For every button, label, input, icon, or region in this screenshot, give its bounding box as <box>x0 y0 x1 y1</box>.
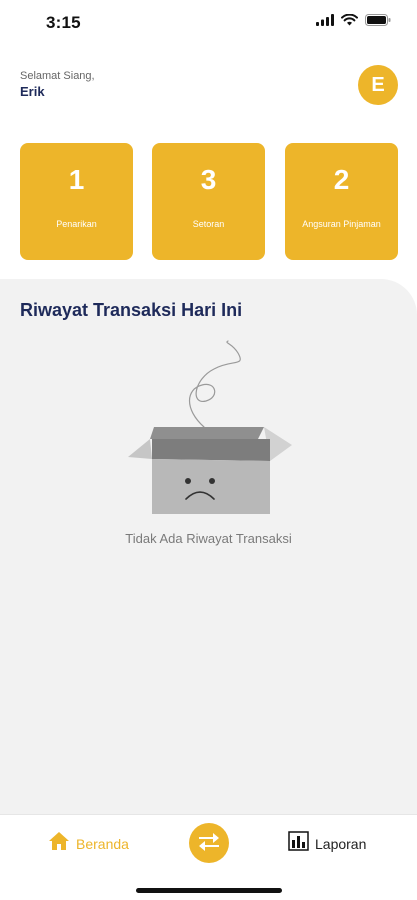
home-indicator <box>136 888 282 893</box>
nav-transaction-button[interactable] <box>189 823 229 863</box>
card-label: Setoran <box>192 219 225 229</box>
card-setoran[interactable]: 3 Setoran <box>152 143 265 260</box>
home-icon <box>48 831 70 856</box>
card-label: Angsuran Pinjaman <box>302 219 381 229</box>
transaction-history-panel: Riwayat Transaksi Hari Ini Tidak Ada Riw… <box>0 279 417 814</box>
transfer-icon <box>197 830 221 857</box>
card-count: 3 <box>200 164 217 195</box>
signal-icon <box>316 14 334 26</box>
status-bar: 3:15 <box>0 0 417 46</box>
bottom-nav: Beranda Laporan <box>0 814 417 900</box>
card-count: 2 <box>333 164 350 195</box>
battery-icon <box>365 14 391 26</box>
section-title: Riwayat Transaksi Hari Ini <box>20 300 243 320</box>
nav-report-label: Laporan <box>315 835 367 852</box>
nav-report[interactable]: Laporan <box>288 831 366 856</box>
status-time: 3:15 <box>46 13 81 32</box>
avatar-initial: E <box>371 73 385 96</box>
wifi-icon <box>341 14 358 26</box>
greeting-label: Selamat Siang, <box>20 70 95 82</box>
summary-cards: 1 Penarikan 3 Setoran 2 Angsuran Pinjama… <box>20 143 398 260</box>
bar-chart-icon <box>288 831 309 856</box>
card-count: 1 <box>68 164 85 195</box>
avatar[interactable]: E <box>358 65 398 105</box>
empty-box-icon <box>124 339 294 539</box>
greeting: Selamat Siang, Erik <box>20 70 95 99</box>
empty-state-message: Tidak Ada Riwayat Transaksi <box>125 531 292 546</box>
user-name: Erik <box>20 84 45 99</box>
card-penarikan[interactable]: 1 Penarikan <box>20 143 133 260</box>
nav-home-label: Beranda <box>76 835 129 852</box>
card-label: Penarikan <box>56 219 97 229</box>
card-angsuran-pinjaman[interactable]: 2 Angsuran Pinjaman <box>285 143 398 260</box>
status-icons <box>316 14 391 26</box>
nav-home[interactable]: Beranda <box>48 831 129 856</box>
